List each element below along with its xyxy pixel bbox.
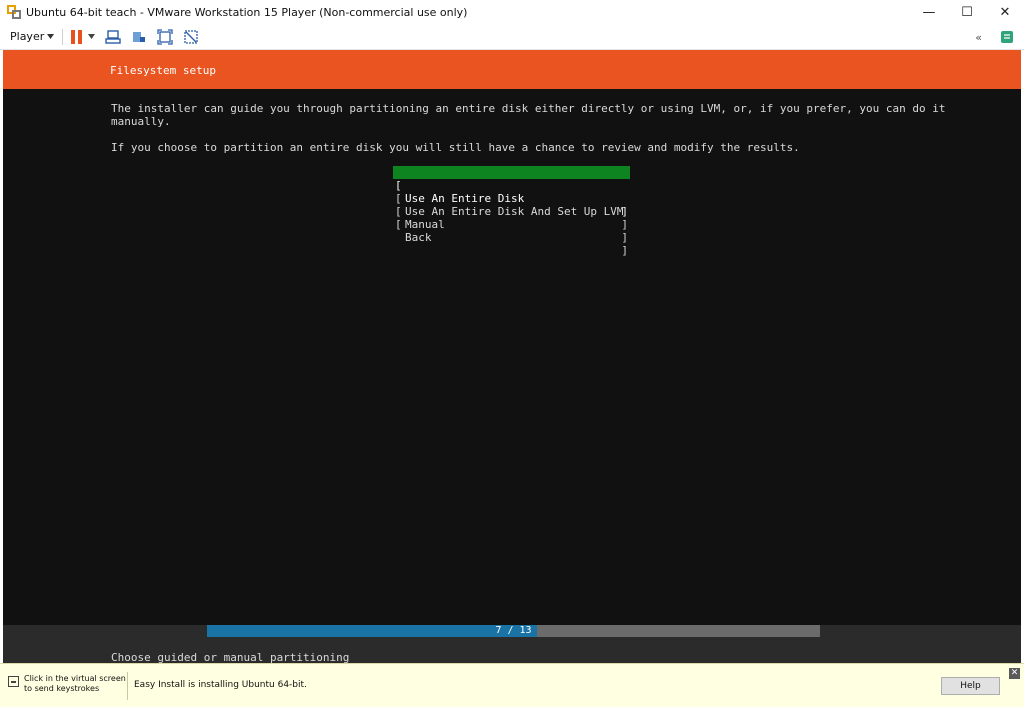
installer-title: Filesystem setup	[110, 64, 216, 77]
fit-guest-icon[interactable]	[157, 28, 173, 45]
hint-separator	[127, 672, 128, 700]
window-title: Ubuntu 64-bit teach - VMware Workstation…	[26, 5, 468, 19]
pause-icon[interactable]	[71, 29, 83, 44]
virtual-machine-screen[interactable]: Filesystem setup The installer can guide…	[3, 50, 1021, 663]
installer-status-text: Choose guided or manual partitioning	[111, 651, 350, 663]
easy-install-message: Easy Install is installing Ubuntu 64-bit…	[134, 680, 307, 690]
vmware-app-icon	[7, 5, 21, 19]
keystroke-hint-line-2: to send keystrokes	[24, 684, 100, 693]
keystroke-hint-line-1: Click in the virtual screen	[24, 674, 126, 683]
dropdown-arrow-icon	[47, 34, 55, 39]
collapse-toolbar-button[interactable]: «	[975, 31, 982, 44]
close-hint-bar-icon[interactable]: ✕	[1009, 668, 1020, 679]
minimize-button[interactable]: —	[910, 0, 948, 24]
unity-mode-icon[interactable]	[183, 29, 199, 45]
keyboard-icon	[8, 676, 19, 687]
help-button[interactable]: Help	[941, 677, 1000, 695]
intro-line-3: If you choose to partition an entire dis…	[111, 141, 800, 154]
close-button[interactable]: ✕	[986, 0, 1024, 24]
removable-devices-icon[interactable]	[131, 29, 147, 45]
window-controls: — ☐ ✕	[910, 0, 1024, 24]
option-use-entire-disk[interactable]: [ Use An Entire Disk ]	[393, 166, 630, 218]
intro-line-2: manually.	[111, 115, 171, 128]
option-manual[interactable]: [ Manual ]	[393, 192, 630, 244]
player-menu-label: Player	[10, 30, 45, 43]
install-progress-bar: 7 / 13	[207, 625, 820, 637]
player-menu-button[interactable]: Player	[10, 30, 55, 43]
send-ctrl-alt-del-icon[interactable]	[105, 29, 121, 45]
option-use-entire-disk-lvm[interactable]: [ Use An Entire Disk And Set Up LVM ]	[393, 179, 630, 231]
partition-options-menu: [ Use An Entire Disk ] [ Use An Entire D…	[393, 166, 630, 257]
toolbar-separator	[62, 28, 64, 45]
hint-bar: Click in the virtual screen to send keys…	[0, 663, 1024, 707]
keystroke-hint: Click in the virtual screen to send keys…	[8, 674, 126, 694]
player-toolbar: Player «	[0, 24, 1024, 50]
virtual-machine-library-icon[interactable]	[1000, 30, 1014, 44]
maximize-button[interactable]: ☐	[948, 0, 986, 24]
option-back[interactable]: [ Back ]	[393, 205, 630, 257]
installer-header: Filesystem setup	[3, 50, 1021, 89]
window-titlebar: Ubuntu 64-bit teach - VMware Workstation…	[0, 0, 1024, 24]
toolbar-right: «	[975, 24, 1024, 50]
install-progress-text: 7 / 13	[495, 625, 532, 636]
intro-line-1: The installer can guide you through part…	[111, 102, 946, 115]
pause-dropdown-icon[interactable]	[88, 34, 96, 39]
